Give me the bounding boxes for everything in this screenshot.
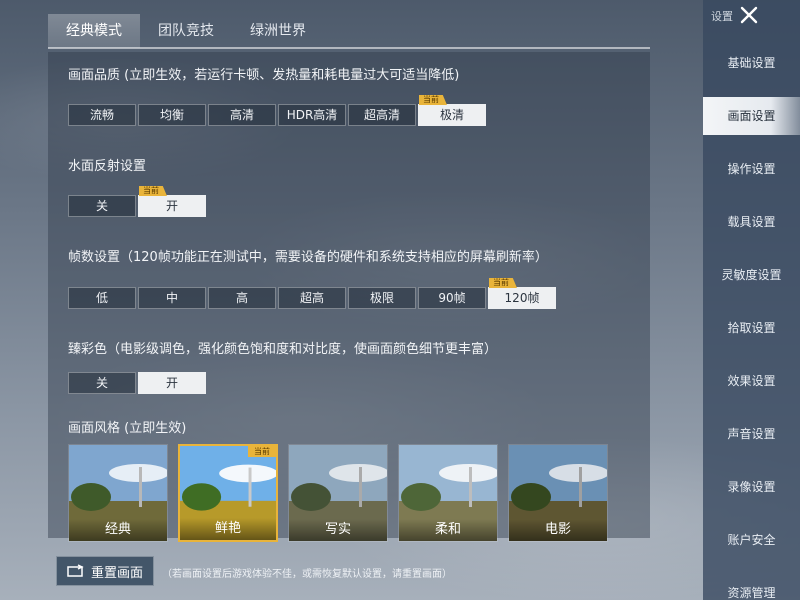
settings-sidebar: 设置: [703, 0, 800, 600]
sidebar-item-graphics[interactable]: 画面设置: [703, 97, 800, 135]
vivid-color-off[interactable]: 关: [68, 372, 136, 394]
reset-note: （若画面设置后游戏体验不佳，或需恢复默认设置，请重置画面）: [162, 569, 452, 580]
mode-tabs: 经典模式 团队竞技 绿洲世界: [48, 14, 324, 48]
style-label: 柔和: [399, 519, 497, 541]
water-reflection-title: 水面反射设置: [68, 159, 147, 174]
graphics-style-options: 经典 当前 鲜艳 写实 柔和 电影: [68, 444, 618, 542]
sidebar-header: 设置: [711, 10, 733, 23]
style-thumb-cinema[interactable]: 电影: [508, 444, 608, 542]
current-badge: 当前: [248, 446, 276, 457]
sidebar-item-basic[interactable]: 基础设置: [703, 44, 800, 82]
frame-rate-option[interactable]: 低: [68, 287, 136, 309]
sidebar-item-sensitivity[interactable]: 灵敏度设置: [703, 256, 800, 294]
sidebar-item-recording[interactable]: 录像设置: [703, 468, 800, 506]
graphics-quality-option[interactable]: 高清: [208, 104, 276, 126]
option-label: 极清: [439, 108, 464, 122]
sidebar-item-vehicle[interactable]: 载具设置: [703, 203, 800, 241]
frame-rate-option[interactable]: 中: [138, 287, 206, 309]
tab-classic-mode[interactable]: 经典模式: [48, 14, 140, 48]
sidebar-item-effects[interactable]: 效果设置: [703, 362, 800, 400]
frame-rate-option[interactable]: 90帧: [418, 287, 486, 309]
reset-label: 重置画面: [90, 565, 143, 581]
sidebar-item-audio[interactable]: 声音设置: [703, 415, 800, 453]
graphics-quality-option[interactable]: HDR高清: [278, 104, 346, 126]
style-thumb-classic[interactable]: 经典: [68, 444, 168, 542]
current-badge: 当前: [489, 278, 517, 288]
tab-oasis-world[interactable]: 绿洲世界: [232, 14, 324, 48]
graphics-quality-option-selected[interactable]: 当前 极清: [418, 95, 486, 126]
style-thumb-realistic[interactable]: 写实: [288, 444, 388, 542]
reset-graphics-button[interactable]: 重置画面: [56, 556, 154, 586]
style-label: 电影: [509, 519, 607, 541]
close-icon[interactable]: [738, 4, 760, 26]
reset-icon: [67, 564, 84, 577]
water-reflection-off[interactable]: 关: [68, 195, 136, 217]
tab-underline: [48, 47, 650, 49]
style-label: 鲜艳: [180, 518, 276, 540]
graphics-style-title: 画面风格 (立即生效): [68, 421, 187, 436]
graphics-quality-option[interactable]: 均衡: [138, 104, 206, 126]
frame-rate-option[interactable]: 极限: [348, 287, 416, 309]
water-reflection-on[interactable]: 当前 开: [138, 186, 206, 217]
sidebar-item-controls[interactable]: 操作设置: [703, 150, 800, 188]
graphics-quality-option[interactable]: 超高清: [348, 104, 416, 126]
frame-rate-option-selected[interactable]: 当前 120帧: [488, 278, 556, 309]
tab-team-deathmatch[interactable]: 团队竞技: [140, 14, 232, 48]
style-label: 经典: [69, 519, 167, 541]
option-label: 120帧: [504, 291, 540, 305]
frame-rate-title: 帧数设置（120帧功能正在测试中，需要设备的硬件和系统支持相应的屏幕刷新率）: [68, 250, 548, 265]
sidebar-item-account[interactable]: 账户安全: [703, 521, 800, 559]
frame-rate-option[interactable]: 超高: [278, 287, 346, 309]
sidebar-item-resources[interactable]: 资源管理: [703, 574, 800, 600]
graphics-quality-option[interactable]: 流畅: [68, 104, 136, 126]
graphics-quality-title: 画面品质 (立即生效，若运行卡顿、发热量和耗电量过大可适当降低): [68, 68, 460, 83]
graphics-quality-options: 流畅 均衡 高清 HDR高清 超高清 当前 极清: [68, 95, 488, 126]
sidebar-item-pickup[interactable]: 拾取设置: [703, 309, 800, 347]
style-label: 写实: [289, 519, 387, 541]
frame-rate-option[interactable]: 高: [208, 287, 276, 309]
current-badge: 当前: [139, 186, 167, 196]
water-reflection-options: 关 当前 开: [68, 186, 208, 217]
frame-rate-options: 低 中 高 超高 极限 90帧 当前 120帧: [68, 278, 558, 309]
vivid-color-options: 关 开: [68, 372, 208, 394]
vivid-color-on[interactable]: 开: [138, 372, 206, 394]
option-label: 开: [165, 199, 178, 213]
style-thumb-soft[interactable]: 柔和: [398, 444, 498, 542]
style-thumb-vivid[interactable]: 当前 鲜艳: [178, 444, 278, 542]
vivid-color-title: 臻彩色（电影级调色，强化颜色饱和度和对比度，使画面颜色细节更丰富）: [68, 342, 498, 357]
current-badge: 当前: [419, 95, 447, 105]
